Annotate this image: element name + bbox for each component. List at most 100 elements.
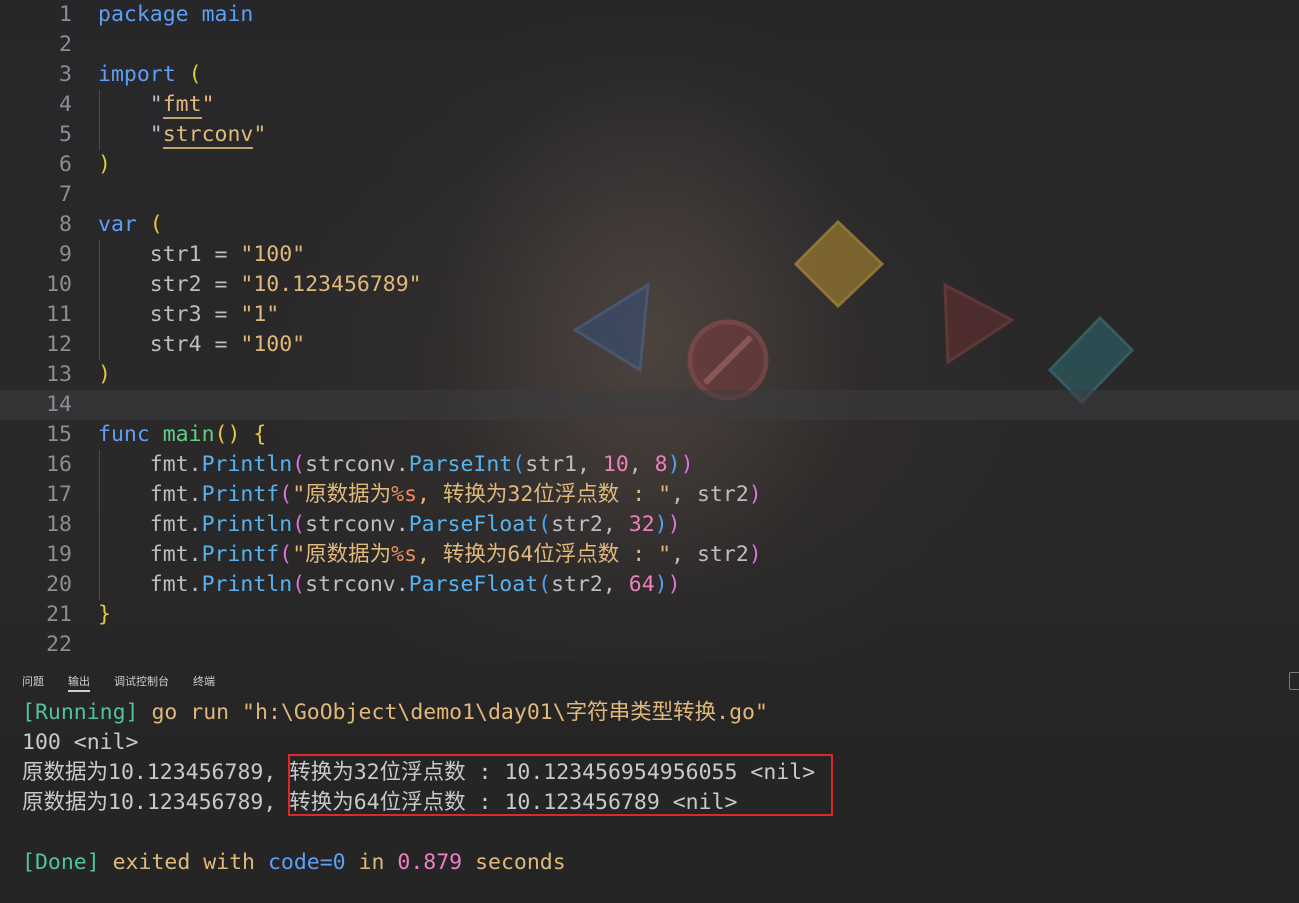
code-line[interactable]: 22: [0, 630, 1299, 660]
code-token: "100": [240, 332, 306, 357]
code-token: , 转换为64位浮点数 : ": [417, 542, 672, 567]
line-number: 2: [59, 32, 72, 57]
code-line[interactable]: 11 str3 = "1": [0, 300, 1299, 330]
code-token: ): [667, 452, 681, 477]
line-number: 19: [46, 542, 72, 567]
line-number: 11: [46, 302, 72, 327]
code-line[interactable]: 4 "fmt": [0, 90, 1299, 120]
code-token: fmt.: [98, 572, 202, 597]
line-number: 15: [46, 422, 72, 447]
line-number: 1: [59, 2, 72, 27]
output-token: seconds: [462, 850, 566, 875]
code-line[interactable]: 9 str1 = "100": [0, 240, 1299, 270]
code-text: fmt.Println(strconv.ParseFloat(str2, 64)…: [98, 570, 681, 600]
code-token: ): [667, 572, 681, 597]
code-token: fmt: [162, 92, 202, 119]
code-token: strconv.: [305, 512, 409, 537]
code-token: (: [538, 512, 552, 537]
code-token: , str2: [671, 482, 749, 507]
code-token: strconv.: [305, 452, 409, 477]
tab-problems[interactable]: 问题: [22, 674, 44, 690]
code-token: 8: [654, 452, 668, 477]
output-line: [Running] go run "h:\GoObject\demo1\day0…: [22, 698, 768, 728]
code-token: str4 =: [98, 332, 241, 357]
line-number: 18: [46, 512, 72, 537]
code-token: (: [512, 452, 526, 477]
code-text: str1 = "100": [98, 240, 305, 270]
line-number: 10: [46, 272, 72, 297]
code-token: (: [292, 512, 306, 537]
code-token: Println: [201, 512, 293, 537]
line-number: 5: [59, 122, 72, 147]
code-token: package: [98, 2, 189, 27]
code-token: ": [98, 122, 163, 147]
code-line[interactable]: 7: [0, 180, 1299, 210]
code-line[interactable]: 10 str2 = "10.123456789": [0, 270, 1299, 300]
code-token: str2,: [551, 572, 629, 597]
code-token: str2 =: [98, 272, 241, 297]
code-line[interactable]: 14: [0, 390, 1299, 420]
code-line[interactable]: 17 fmt.Printf("原数据为%s, 转换为32位浮点数 : ", st…: [0, 480, 1299, 510]
code-token: strconv: [162, 122, 254, 149]
code-token: str3 =: [98, 302, 241, 327]
code-line[interactable]: 18 fmt.Println(strconv.ParseFloat(str2, …: [0, 510, 1299, 540]
code-text: fmt.Println(strconv.ParseFloat(str2, 32)…: [98, 510, 681, 540]
code-token: ): [748, 482, 762, 507]
line-number: 4: [59, 92, 72, 117]
code-token: "原数据为: [292, 542, 392, 567]
code-token: (: [279, 542, 293, 567]
code-token: (: [188, 62, 202, 87]
code-line[interactable]: 12 str4 = "100": [0, 330, 1299, 360]
code-text: fmt.Printf("原数据为%s, 转换为64位浮点数 : ", str2): [98, 540, 762, 570]
code-line[interactable]: 20 fmt.Println(strconv.ParseFloat(str2, …: [0, 570, 1299, 600]
code-token: (: [292, 452, 306, 477]
code-line[interactable]: 8 var (: [0, 210, 1299, 240]
code-line[interactable]: 19 fmt.Printf("原数据为%s, 转换为64位浮点数 : ", st…: [0, 540, 1299, 570]
code-token: Println: [201, 572, 293, 597]
code-text: ): [98, 150, 111, 180]
line-number: 22: [46, 632, 72, 657]
code-token: 64: [628, 572, 655, 597]
code-line[interactable]: 3 import (: [0, 60, 1299, 90]
code-line[interactable]: 5 "strconv": [0, 120, 1299, 150]
code-text: }: [98, 600, 111, 630]
tab-debug-console[interactable]: 调试控制台: [114, 674, 169, 690]
panel-layout-icon[interactable]: [1289, 672, 1299, 690]
code-token: str1 =: [98, 242, 241, 267]
code-line[interactable]: 6): [0, 150, 1299, 180]
code-line[interactable]: 16 fmt.Println(strconv.ParseInt(str1, 10…: [0, 450, 1299, 480]
code-line[interactable]: 15 func main() {: [0, 420, 1299, 450]
line-number: 8: [59, 212, 72, 237]
code-token: ": [253, 122, 267, 147]
code-token: str1,: [525, 452, 603, 477]
code-line[interactable]: 2: [0, 30, 1299, 60]
line-number: 12: [46, 332, 72, 357]
code-token: 32: [628, 512, 655, 537]
line-number: 17: [46, 482, 72, 507]
code-token: Println: [201, 452, 293, 477]
code-editor[interactable]: 1 package main 2 3 import (4 "fmt" 5 "strconv…: [0, 0, 1299, 662]
code-line[interactable]: 1 package main: [0, 0, 1299, 30]
line-number: 9: [59, 242, 72, 267]
code-token: main: [162, 422, 215, 447]
code-token: main: [201, 2, 254, 27]
tab-terminal[interactable]: 终端: [193, 674, 215, 690]
code-text: package main: [98, 0, 253, 30]
line-number: 14: [46, 392, 72, 417]
code-token: (: [292, 572, 306, 597]
output-token: 0.879: [397, 850, 463, 875]
code-line[interactable]: 13): [0, 360, 1299, 390]
output-line: 100 <nil>: [22, 728, 139, 758]
code-text: str3 = "1": [98, 300, 279, 330]
highlight-annotation: [288, 754, 833, 816]
line-number: 6: [59, 152, 72, 177]
code-token: func: [98, 422, 150, 447]
code-line[interactable]: 21}: [0, 600, 1299, 630]
code-token: ): [654, 572, 668, 597]
code-token: strconv.: [305, 572, 409, 597]
tab-output[interactable]: 输出: [68, 674, 90, 692]
code-token: ): [98, 362, 111, 387]
